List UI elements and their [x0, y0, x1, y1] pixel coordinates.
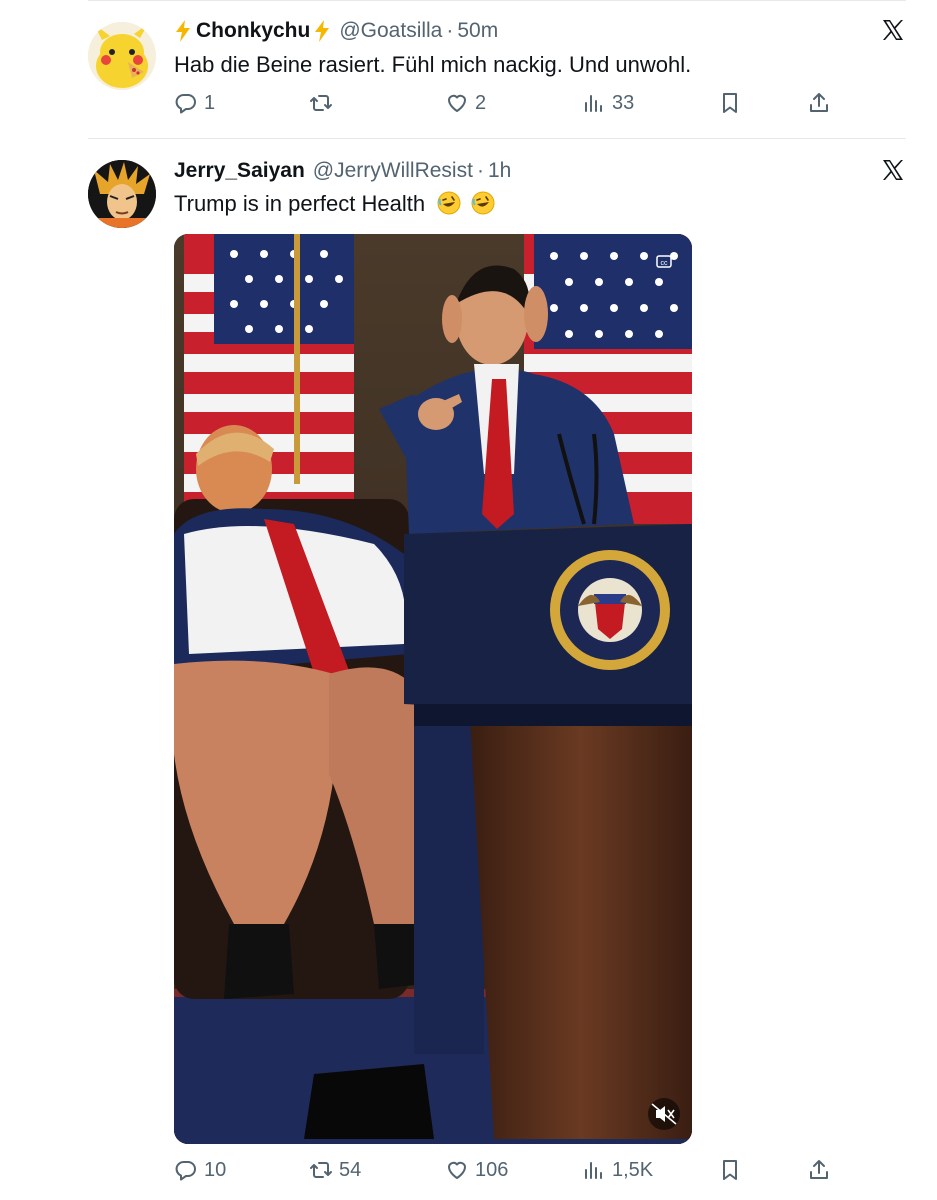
views-count: 1,5K [612, 1158, 654, 1181]
separator-dot: · [476, 159, 484, 182]
top-separator [88, 0, 906, 1]
bookmark-button[interactable] [718, 1158, 748, 1182]
bookmark-icon [723, 1160, 737, 1180]
lightning-bolt-icon [315, 20, 330, 42]
retweet-icon [310, 1162, 332, 1178]
reply-icon [175, 1161, 196, 1181]
share-icon [810, 93, 828, 112]
retweet-button[interactable]: 54 [309, 1158, 361, 1182]
user-handle[interactable]: @Goatsilla [339, 19, 442, 43]
tweet-video[interactable]: cc [174, 234, 692, 1144]
views-button[interactable]: 1,5K [582, 1158, 653, 1182]
tweet-text-line: Trump is in perfect Health [174, 191, 495, 217]
presidential-seal [550, 550, 670, 670]
like-button[interactable]: 2 [445, 91, 486, 115]
share-icon [810, 1160, 828, 1179]
display-name[interactable]: Jerry_Saiyan [174, 159, 305, 183]
pikachu-avatar-image [88, 22, 156, 90]
saiyan-avatar-image [88, 160, 156, 228]
x-logo-icon[interactable] [881, 18, 905, 42]
timestamp[interactable]: 50m [457, 19, 498, 43]
like-button[interactable]: 106 [445, 1158, 508, 1182]
tweet-text: Trump is in perfect Health [174, 191, 426, 216]
bookmark-icon [723, 93, 737, 113]
retweet-button[interactable] [309, 91, 339, 115]
separator-dot: · [446, 19, 454, 42]
bookmark-button[interactable] [718, 91, 748, 115]
rofl-emoji-icon [437, 191, 461, 215]
views-count: 33 [612, 91, 635, 114]
avatar-chonkychu[interactable] [88, 22, 156, 90]
views-icon [585, 95, 602, 112]
heart-icon [448, 94, 466, 112]
reply-count: 10 [204, 1158, 227, 1181]
views-icon [585, 1162, 602, 1179]
lightning-bolt-icon [176, 20, 190, 42]
reply-button[interactable]: 10 [174, 1158, 226, 1182]
share-button[interactable] [807, 1158, 837, 1182]
mute-icon [648, 1098, 680, 1130]
svg-text:cc: cc [661, 260, 669, 267]
tweet-text: Hab die Beine rasiert. Fühl mich nackig.… [174, 52, 692, 77]
views-button[interactable]: 33 [582, 91, 634, 115]
action-bar: 1 2 33 [0, 91, 937, 121]
retweet-icon [310, 95, 332, 111]
video-frame-image: cc [174, 234, 692, 1144]
user-handle[interactable]: @JerryWillResist [313, 159, 473, 183]
reply-button[interactable]: 1 [174, 91, 215, 115]
rofl-emoji-icon [471, 191, 495, 215]
heart-icon [448, 1161, 466, 1179]
like-count: 2 [475, 91, 487, 114]
display-name[interactable]: Chonkychu [196, 19, 310, 43]
tweet-header: Jerry_Saiyan @JerryWillResist · 1h [174, 156, 511, 186]
like-count: 106 [475, 1158, 509, 1181]
avatar-jerry-saiyan[interactable] [88, 160, 156, 228]
retweet-count: 54 [339, 1158, 362, 1181]
reply-icon [175, 94, 196, 114]
tweet-header: Chonkychu @Goatsilla · 50m [174, 16, 498, 46]
timestamp[interactable]: 1h [488, 159, 511, 183]
reply-count: 1 [204, 91, 216, 114]
x-logo-icon[interactable] [881, 158, 905, 182]
share-button[interactable] [807, 91, 837, 115]
tweet-separator [88, 138, 906, 139]
action-bar: 10 54 106 1,5K [0, 1158, 937, 1188]
